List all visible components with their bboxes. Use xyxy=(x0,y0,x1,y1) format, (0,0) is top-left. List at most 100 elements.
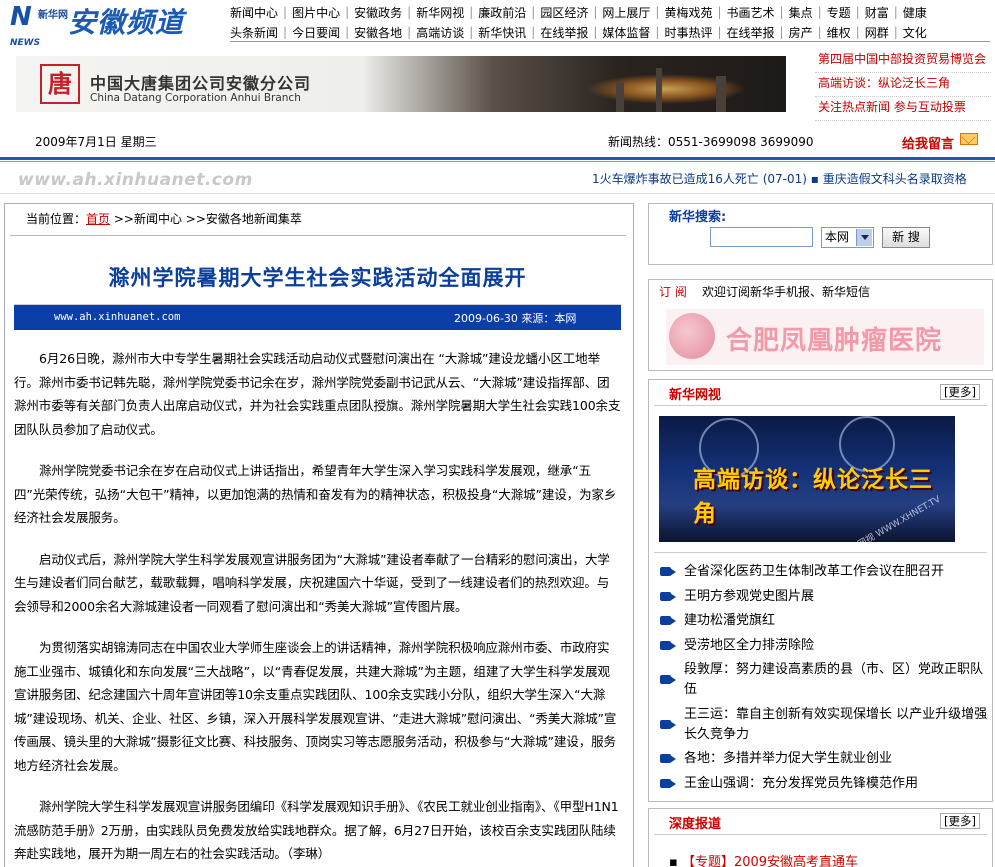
section-divider xyxy=(654,405,987,406)
chevron-down-icon[interactable] xyxy=(856,229,872,246)
search-button[interactable]: 新 搜 xyxy=(882,227,930,248)
section-divider xyxy=(654,552,987,553)
video-item-label[interactable]: 王三运：靠自主创新有效实现保增长 以产业升级增强长久竞争力 xyxy=(684,707,987,742)
nav-separator: | xyxy=(893,25,898,39)
nav-link[interactable]: 书画艺术 xyxy=(727,4,775,21)
xinhua-video-panel: 新华网视 [更多] 高端访谈：纵论泛长三角 新华网视 WWW.XHNET.TV … xyxy=(648,379,993,802)
nav-link[interactable]: 廉政前沿 xyxy=(478,4,526,21)
nav-link[interactable]: 在线举报 xyxy=(540,24,588,41)
banner-cn-text: 中国大唐集团公司安徽分公司 xyxy=(90,74,312,93)
banner-chimney xyxy=(656,68,662,112)
article-date-source: 2009-06-30 来源：本网 xyxy=(454,312,577,325)
nav-link[interactable]: 今日要闻 xyxy=(292,24,340,41)
feedback-link[interactable]: 给我留言 xyxy=(902,133,954,152)
deep-list-item[interactable]: ▪ 【专题】2009安徽高考直通车 xyxy=(669,851,858,867)
news-hotline: 新闻热线：0551-3699098 3699090 xyxy=(608,135,814,149)
search-input[interactable] xyxy=(710,227,813,247)
logo-n-letter: N xyxy=(10,2,32,32)
article-source-url: www.ah.xinhuanet.com xyxy=(54,311,181,323)
video-item-label[interactable]: 王金山强调：充分发挥党员先锋模范作用 xyxy=(684,776,918,791)
nav-separator: | xyxy=(345,5,350,19)
video-item-label[interactable]: 各地：多措并举力促大学生就业创业 xyxy=(684,751,892,766)
nav-link[interactable]: 网上展厅 xyxy=(602,4,650,21)
article-paragraph: 滁州学院大学生科学发展观宣讲服务团编印《科学发展观知识手册》、《农民工就业创业指… xyxy=(14,799,619,861)
nav-row-1: 新闻中心 | 图片中心 | 安徽政务 | 新华网视 | 廉政前沿 | 园区经济 | 网上展厅 | 黄梅戏苑 |… xyxy=(230,2,927,22)
mail-icon[interactable] xyxy=(960,133,978,145)
video-item-label[interactable]: 王明方参观党史图片展 xyxy=(684,589,814,604)
breadcrumb-prefix: 当前位置： xyxy=(26,212,87,226)
video-list-item[interactable]: 王明方参观党史图片展 xyxy=(657,587,989,607)
article-paragraph: 为贯彻落实胡锦涛同志在中国农业大学师生座谈会上的讲话精神，滁州学院积极响应滁州市… xyxy=(14,640,617,773)
nav-link[interactable]: 财富 xyxy=(865,4,889,21)
nav-link[interactable]: 安徽政务 xyxy=(354,4,402,21)
article-info-bar: www.ah.xinhuanet.com 2009-06-30 来源：本网 xyxy=(14,304,621,330)
video-list-item[interactable]: 全省深化医药卫生体制改革工作会议在肥召开 xyxy=(657,562,989,582)
nav-link[interactable]: 黄梅戏苑 xyxy=(664,4,712,21)
video-item-label[interactable]: 段敦厚：努力建设高素质的县（市、区）党政正职队伍 xyxy=(684,662,983,697)
nav-separator: | xyxy=(717,25,722,39)
phoenix-logo-icon xyxy=(669,313,715,359)
article-paragraph: 启动仪式后，滁州学院大学生科学发展观宣讲服务团为“大滁城”建设者奉献了一台精彩的… xyxy=(14,551,610,614)
video-list-item[interactable]: 各地：多措并举力促大学生就业创业 xyxy=(657,749,989,769)
hospital-ad-text: 合肥凤凰肿瘤医院 xyxy=(726,326,943,356)
nav-separator: | xyxy=(893,5,898,19)
video-item-label[interactable]: 全省深化医药卫生体制改革工作会议在肥召开 xyxy=(684,564,944,579)
logo-news-text: NEWS xyxy=(10,38,41,48)
video-item-label[interactable]: 建功松潘党旗红 xyxy=(684,613,775,628)
nav-separator: | xyxy=(345,25,350,39)
video-list-item[interactable]: 建功松潘党旗红 xyxy=(657,611,989,631)
breadcrumb: 当前位置：首页 >>新闻中心 >>安徽各地新闻集萃 xyxy=(26,210,302,227)
nav-link[interactable]: 在线举报 xyxy=(727,24,775,41)
subscribe-link[interactable]: 欢迎订阅新华手机报、新华短信 xyxy=(702,283,870,300)
nav-link[interactable]: 头条新闻 xyxy=(230,24,278,41)
nav-link[interactable]: 文化 xyxy=(903,24,927,41)
nav-link[interactable]: 园区经济 xyxy=(540,4,588,21)
video-list-item[interactable]: 王金山强调：充分发挥党员先锋模范作用 xyxy=(657,774,989,794)
hospital-ad[interactable]: 合肥凤凰肿瘤医院 xyxy=(666,309,984,365)
video-more-link[interactable]: [更多] xyxy=(940,384,980,400)
promo-link[interactable]: 关注热点新闻 参与互动投票 xyxy=(815,97,991,121)
nav-link[interactable]: 新华网视 xyxy=(416,4,464,21)
deep-more-link[interactable]: [更多] xyxy=(940,813,980,829)
site-logo[interactable]: NEWS N 新华网 安徽频道 xyxy=(10,2,218,48)
nav-link[interactable]: 维权 xyxy=(827,24,851,41)
nav-link[interactable]: 高端访谈 xyxy=(416,24,464,41)
nav-link[interactable]: 图片中心 xyxy=(292,4,340,21)
breadcrumb-home-link[interactable]: 首页 xyxy=(86,212,110,226)
right-promo-links: 第四届中国中部投资贸易博览会 高端访谈：纵论泛长三角 关注热点新闻 参与互动投票 xyxy=(815,49,991,121)
xinhua-logo-mark: NEWS N xyxy=(10,2,40,48)
nav-link[interactable]: 新华快讯 xyxy=(478,24,526,41)
nav-link[interactable]: 安徽各地 xyxy=(354,24,402,41)
nav-separator: | xyxy=(407,5,412,19)
news-ticker[interactable]: 1火车爆炸事故已造成16人死亡 (07-01) ▪ 重庆造假文科头名录取资格 xyxy=(592,170,990,188)
nav-separator: | xyxy=(593,25,598,39)
datang-logo-icon: 唐 xyxy=(40,64,80,104)
article-body: 6月26日晚，滁州市大中专学生暑期社会实践活动启动仪式暨慰问演出在 “大滁城”建… xyxy=(14,347,621,867)
nav-link[interactable]: 媒体监督 xyxy=(602,24,650,41)
nav-separator: | xyxy=(655,25,660,39)
search-scope-select[interactable]: 本网 xyxy=(821,227,874,248)
nav-link[interactable]: 房产 xyxy=(789,24,813,41)
video-poster[interactable]: 高端访谈：纵论泛长三角 新华网视 WWW.XHNET.TV xyxy=(659,416,955,542)
nav-link[interactable]: 网群 xyxy=(865,24,889,41)
video-camera-icon xyxy=(660,566,676,578)
nav-link[interactable]: 新闻中心 xyxy=(230,4,278,21)
promo-link[interactable]: 高端访谈：纵论泛长三角 xyxy=(815,73,991,97)
promo-link[interactable]: 第四届中国中部投资贸易博览会 xyxy=(815,49,991,73)
breadcrumb-path[interactable]: >>新闻中心 >>安徽各地新闻集萃 xyxy=(114,212,302,226)
deep-item-label[interactable]: 2009安徽高考直通车 xyxy=(734,855,858,867)
nav-link[interactable]: 健康 xyxy=(903,4,927,21)
nav-link[interactable]: 时事热评 xyxy=(664,24,712,41)
datang-banner-ad[interactable]: 唐 中国大唐集团公司安徽分公司 China Datang Corporation… xyxy=(16,56,786,112)
video-list-item[interactable]: 王三运：靠自主创新有效实现保增长 以产业升级增强长久竞争力 xyxy=(657,705,989,745)
nav-separator: | xyxy=(655,5,660,19)
breadcrumb-divider xyxy=(10,235,626,236)
section-divider xyxy=(654,834,987,835)
nav-link[interactable]: 专题 xyxy=(827,4,851,21)
nav-link[interactable]: 集点 xyxy=(789,4,813,21)
video-list-item[interactable]: 受涝地区全力排涝除险 xyxy=(657,636,989,656)
video-list-item[interactable]: 段敦厚：努力建设高素质的县（市、区）党政正职队伍 xyxy=(657,660,989,700)
nav-separator: | xyxy=(283,5,288,19)
video-item-label[interactable]: 受涝地区全力排涝除险 xyxy=(684,638,814,653)
site-url-watermark: www.ah.xinhuanet.com xyxy=(18,170,253,190)
